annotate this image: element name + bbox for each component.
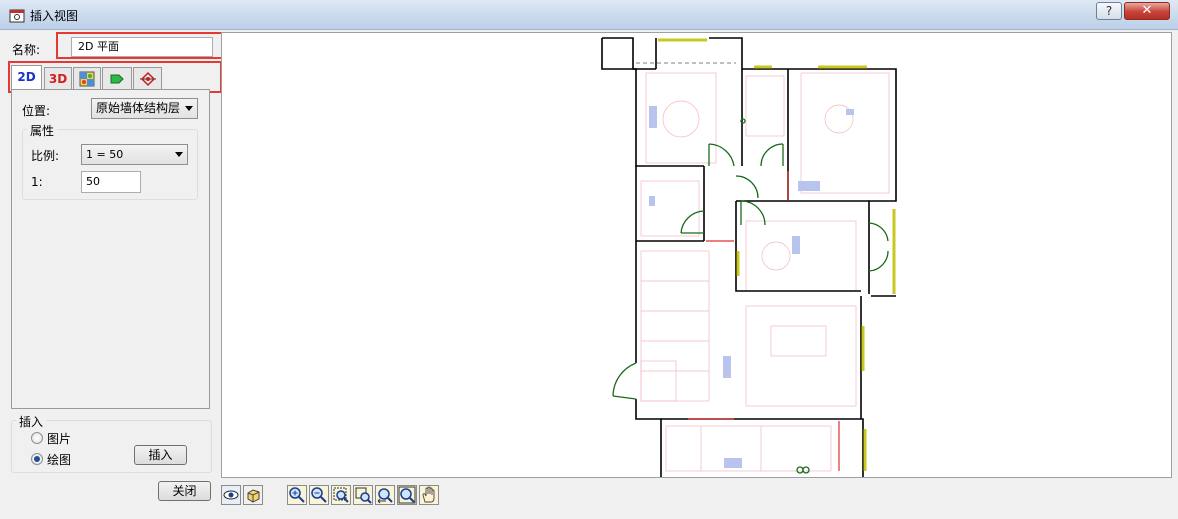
- help-button[interactable]: ?: [1096, 2, 1122, 20]
- close-button[interactable]: 关闭: [158, 481, 211, 501]
- tab-texture[interactable]: [73, 67, 101, 89]
- texture-grid-icon: [79, 71, 95, 87]
- name-field[interactable]: 2D 平面: [71, 37, 213, 57]
- drawing-radio[interactable]: [31, 453, 43, 465]
- zoom-in-icon[interactable]: [287, 485, 307, 505]
- position-dropdown[interactable]: 原始墙体结构层: [91, 98, 198, 119]
- tab-arrow[interactable]: [102, 67, 132, 89]
- scale-label: 比例:: [31, 149, 60, 163]
- insert-button[interactable]: 插入: [134, 445, 187, 465]
- tab-2d-label: 2D: [17, 70, 36, 84]
- position-value: 原始墙体结构层: [96, 101, 181, 115]
- window-title: 插入视图: [30, 9, 79, 23]
- tab-elevation[interactable]: [133, 67, 162, 89]
- floor-plan: [601, 37, 897, 477]
- windows: [658, 38, 896, 471]
- pan-hand-icon[interactable]: [419, 485, 439, 505]
- tab-3d-label: 3D: [48, 72, 68, 86]
- eye-icon[interactable]: [221, 485, 241, 505]
- tab-2d[interactable]: 2D: [11, 65, 42, 89]
- green-arrow-icon: [110, 74, 124, 84]
- scale-value: 1 = 50: [86, 148, 124, 161]
- fixtures: [649, 106, 854, 468]
- zoom-extents-icon[interactable]: [353, 485, 373, 505]
- picture-radio-label: 图片: [47, 432, 72, 446]
- drawing-radio-label: 绘图: [47, 453, 72, 467]
- zoom-previous-icon[interactable]: [375, 485, 395, 505]
- ratio-label: 1:: [31, 175, 43, 189]
- ratio-input[interactable]: 50: [81, 171, 141, 193]
- insert-group-title: 插入: [16, 413, 47, 430]
- properties-group-title: 属性: [27, 122, 58, 139]
- drawing-canvas[interactable]: [221, 32, 1172, 478]
- name-label: 名称:: [12, 43, 41, 57]
- 3d-box-icon[interactable]: [243, 485, 263, 505]
- picture-radio[interactable]: [31, 432, 43, 444]
- zoom-window-icon[interactable]: [331, 485, 351, 505]
- close-window-button[interactable]: ✕: [1124, 2, 1170, 20]
- zoom-out-icon[interactable]: [309, 485, 329, 505]
- scale-dropdown[interactable]: 1 = 50: [81, 144, 188, 165]
- doors: [612, 118, 889, 474]
- chevron-down-icon: [175, 152, 183, 157]
- tab-3d[interactable]: 3D: [44, 67, 72, 89]
- zoom-all-icon[interactable]: [397, 485, 417, 505]
- chevron-down-icon: [185, 106, 193, 111]
- elevation-marker-icon: [139, 71, 156, 87]
- title-bar: 插入视图 ? ✕: [0, 0, 1178, 30]
- furniture-lines: [640, 72, 890, 472]
- position-label: 位置:: [22, 104, 51, 118]
- app-icon: [9, 9, 25, 23]
